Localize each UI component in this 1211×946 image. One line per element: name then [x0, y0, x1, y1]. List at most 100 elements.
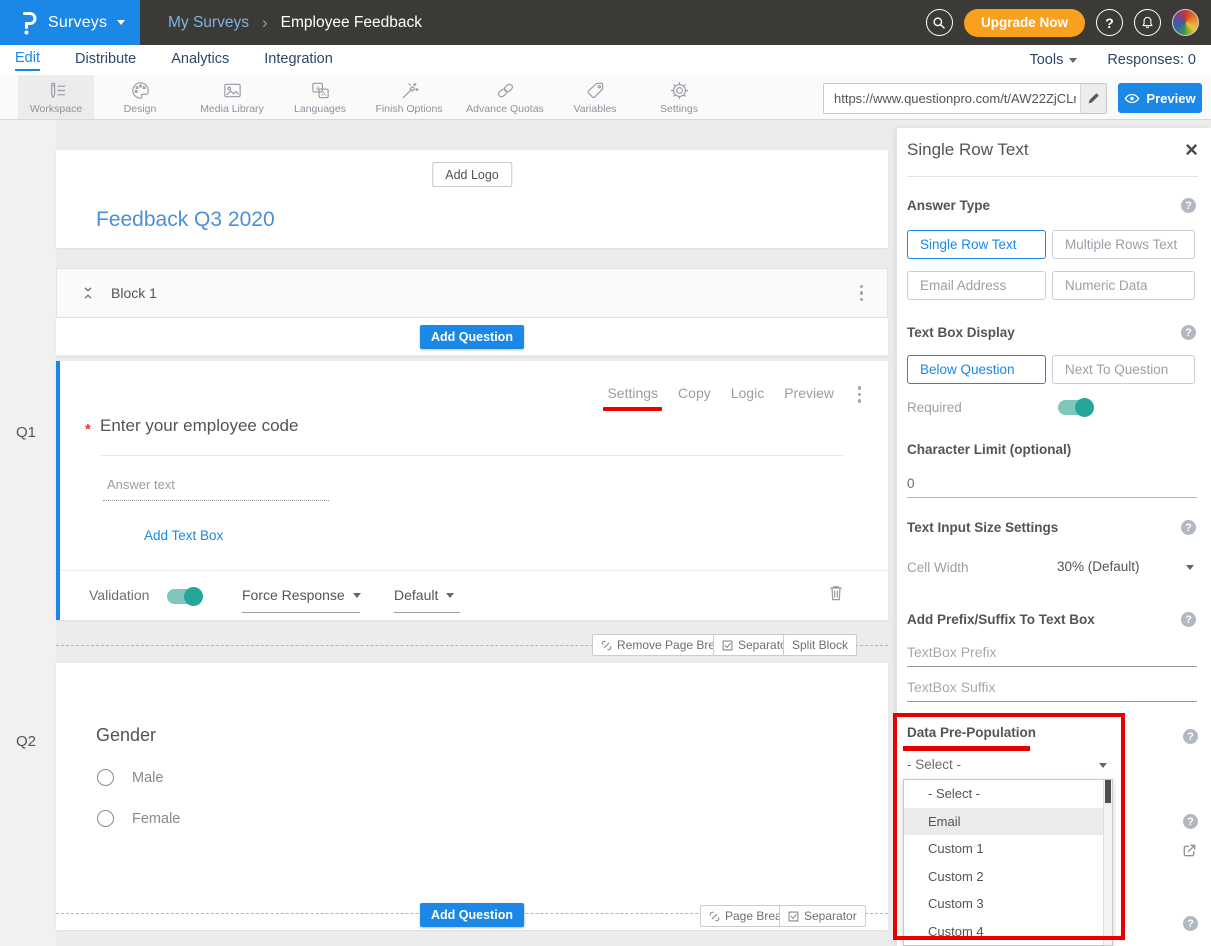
- force-response-underline: [242, 612, 360, 613]
- help-icon[interactable]: [1181, 612, 1196, 627]
- textbox-suffix-input[interactable]: [907, 677, 1197, 702]
- help-icon[interactable]: [1181, 520, 1196, 535]
- toolbar-item-languages[interactable]: a A Languages: [278, 75, 362, 119]
- display-next-to-question[interactable]: Next To Question: [1052, 355, 1195, 384]
- dropdown-option[interactable]: - Select -: [904, 780, 1112, 808]
- chevron-down-icon: [117, 20, 125, 25]
- search-button[interactable]: [926, 9, 953, 36]
- responses-count[interactable]: Responses: 0: [1107, 52, 1196, 68]
- page-break-icon: [709, 911, 720, 922]
- force-response-dropdown[interactable]: Force Response: [242, 587, 361, 603]
- chevron-down-icon: [446, 593, 454, 598]
- tab-distribute[interactable]: Distribute: [75, 51, 136, 70]
- dropdown-scrollbar[interactable]: [1103, 780, 1112, 945]
- add-question-button[interactable]: Add Question: [420, 325, 524, 349]
- answer-type-single-row[interactable]: Single Row Text: [907, 230, 1046, 259]
- answer-text-placeholder[interactable]: Answer text: [103, 477, 329, 501]
- cell-width-value[interactable]: 30% (Default): [1057, 559, 1140, 574]
- dropdown-option[interactable]: Custom 1: [904, 835, 1112, 863]
- question-2-text[interactable]: Gender: [96, 725, 156, 746]
- trash-icon: [828, 583, 844, 602]
- block-title[interactable]: Block 1: [111, 285, 157, 301]
- tab-edit[interactable]: Edit: [15, 50, 40, 71]
- collapse-block-icon[interactable]: [81, 285, 95, 301]
- help-icon[interactable]: [1183, 916, 1198, 931]
- scrollbar-thumb[interactable]: [1105, 780, 1111, 803]
- toolbar-item-settings[interactable]: Settings: [636, 75, 722, 119]
- block-menu-icon[interactable]: [860, 285, 864, 302]
- external-link-icon[interactable]: [1181, 842, 1198, 859]
- tab-question-settings[interactable]: Settings: [607, 385, 658, 401]
- annotation-red-underline: [903, 746, 1030, 751]
- product-switcher[interactable]: Surveys: [0, 0, 140, 45]
- tab-integration[interactable]: Integration: [264, 51, 333, 70]
- user-avatar[interactable]: [1172, 9, 1199, 36]
- toolbar-item-advance-quotas[interactable]: Advance Quotas: [456, 75, 554, 119]
- toolbar-item-variables[interactable]: Variables: [554, 75, 636, 119]
- help-icon[interactable]: [1181, 198, 1196, 213]
- toolbar-item-media-library[interactable]: Media Library: [186, 75, 278, 119]
- chevron-down-icon[interactable]: [1186, 565, 1194, 570]
- dropdown-option[interactable]: Custom 3: [904, 890, 1112, 918]
- toolbar-item-finish-options[interactable]: Finish Options: [362, 75, 456, 119]
- add-question-strip: Add Question: [56, 318, 888, 356]
- data-prepopulation-select[interactable]: - Select -: [907, 757, 961, 772]
- question-menu-icon[interactable]: [858, 386, 862, 403]
- answer-type-email[interactable]: Email Address: [907, 271, 1046, 300]
- panel-divider: [907, 176, 1198, 177]
- required-toggle[interactable]: [1058, 400, 1093, 415]
- notifications-button[interactable]: [1134, 9, 1161, 36]
- validation-label: Validation: [89, 587, 149, 603]
- data-prepopulation-label: Data Pre-Population: [907, 725, 1036, 740]
- validation-toggle[interactable]: [167, 589, 202, 604]
- upgrade-now-button[interactable]: Upgrade Now: [964, 9, 1085, 37]
- tab-question-copy[interactable]: Copy: [678, 385, 711, 401]
- chevron-down-icon[interactable]: [1099, 763, 1107, 768]
- tools-menu[interactable]: Tools: [1029, 52, 1077, 68]
- radio-option-female[interactable]: Female: [97, 810, 180, 827]
- question-1-index: Q1: [16, 424, 36, 441]
- close-icon[interactable]: [1185, 140, 1198, 160]
- toolbar-item-workspace[interactable]: Workspace: [18, 75, 94, 119]
- tab-analytics[interactable]: Analytics: [171, 51, 229, 70]
- survey-title[interactable]: Feedback Q3 2020: [96, 208, 275, 232]
- answer-type-numeric[interactable]: Numeric Data: [1052, 271, 1195, 300]
- preview-button[interactable]: Preview: [1118, 83, 1202, 113]
- gear-icon: [669, 80, 690, 101]
- text-input-size-label: Text Input Size Settings: [907, 520, 1058, 535]
- default-underline: [394, 612, 460, 613]
- split-block-button[interactable]: Split Block: [783, 634, 857, 656]
- dropdown-option-highlighted[interactable]: Email: [904, 808, 1112, 836]
- chevron-down-icon: [1069, 58, 1077, 63]
- character-limit-input[interactable]: [907, 474, 1197, 498]
- radio-button-icon[interactable]: [97, 769, 114, 786]
- radio-button-icon[interactable]: [97, 810, 114, 827]
- tab-question-logic[interactable]: Logic: [731, 385, 764, 401]
- breadcrumb-parent-link[interactable]: My Surveys: [168, 14, 249, 32]
- answer-type-multiple-rows[interactable]: Multiple Rows Text: [1052, 230, 1195, 259]
- dropdown-option[interactable]: Custom 4: [904, 918, 1112, 946]
- add-text-box-link[interactable]: Add Text Box: [144, 528, 223, 543]
- textbox-prefix-input[interactable]: [907, 642, 1197, 667]
- tab-question-preview[interactable]: Preview: [784, 385, 834, 401]
- add-logo-button[interactable]: Add Logo: [432, 162, 512, 187]
- delete-question-button[interactable]: [828, 583, 844, 602]
- survey-url-field: [823, 83, 1107, 114]
- edit-url-button[interactable]: [1080, 84, 1106, 113]
- help-button[interactable]: ?: [1096, 9, 1123, 36]
- answer-type-label: Answer Type: [907, 198, 990, 213]
- radio-option-male[interactable]: Male: [97, 769, 163, 786]
- question-1-text[interactable]: Enter your employee code: [100, 416, 298, 436]
- toolbar-item-design[interactable]: Design: [94, 75, 186, 119]
- dropdown-option[interactable]: Custom 2: [904, 863, 1112, 891]
- help-icon[interactable]: [1183, 814, 1198, 829]
- character-limit-label: Character Limit (optional): [907, 442, 1071, 457]
- display-below-question[interactable]: Below Question: [907, 355, 1046, 384]
- default-validation-dropdown[interactable]: Default: [394, 587, 454, 603]
- help-icon[interactable]: [1181, 325, 1196, 340]
- survey-url-input[interactable]: [824, 84, 1080, 113]
- questionpro-logo-icon: [18, 10, 38, 36]
- add-question-button-bottom[interactable]: Add Question: [420, 903, 524, 927]
- separator-button-bottom[interactable]: Separator: [779, 905, 866, 927]
- help-icon[interactable]: [1183, 729, 1198, 744]
